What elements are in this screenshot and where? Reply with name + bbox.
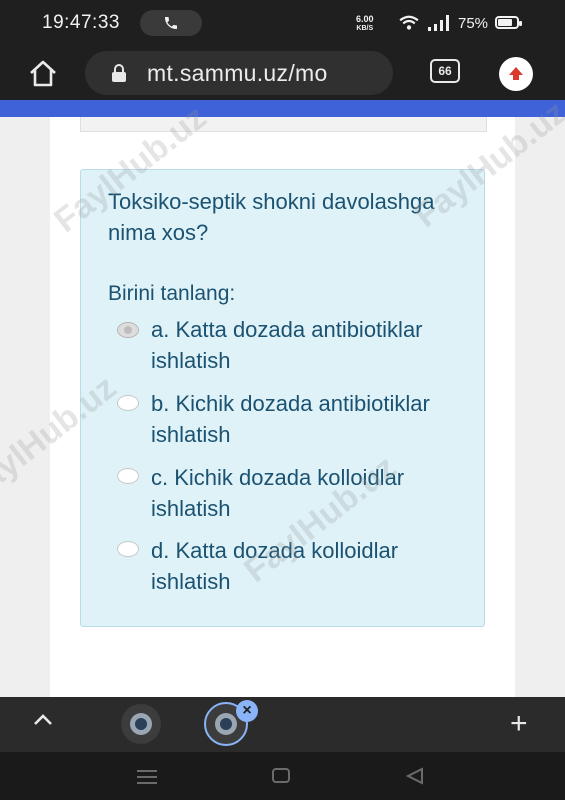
previous-section-box xyxy=(80,117,487,132)
radio-option-d[interactable] xyxy=(117,541,139,557)
radio-option-b[interactable] xyxy=(117,395,139,411)
tabs-icon[interactable]: 66 xyxy=(430,59,460,83)
clock: 19:47:33 xyxy=(42,12,120,33)
signal-icon xyxy=(428,15,449,31)
radio-option-a[interactable] xyxy=(117,322,139,338)
network-speed-value: 6.00 xyxy=(356,14,374,24)
question-panel: Toksiko-septik shokni davolashga nima xo… xyxy=(80,169,485,627)
back-icon[interactable] xyxy=(405,767,425,785)
system-nav-bar xyxy=(0,752,565,800)
url-text[interactable]: mt.sammu.uz/mo xyxy=(147,60,328,87)
chevron-up-icon[interactable] xyxy=(32,713,54,727)
nav-home-icon[interactable] xyxy=(272,768,290,783)
tab-strip: × + xyxy=(0,697,565,752)
answer-option-c[interactable]: c. Kichik dozada kolloidlar ishlatish xyxy=(151,462,471,524)
phone-icon xyxy=(165,17,177,29)
ongoing-call-indicator[interactable] xyxy=(140,10,202,36)
network-speed: 6.00 KB/S xyxy=(356,15,374,33)
answer-option-d[interactable]: d. Katta dozada kolloidlar ishlatish xyxy=(151,535,471,597)
menu-icon[interactable] xyxy=(137,770,157,784)
lock-icon xyxy=(112,64,126,82)
close-icon[interactable]: × xyxy=(236,700,258,722)
battery-icon xyxy=(495,16,522,29)
answer-option-b[interactable]: b. Kichik dozada antibiotiklar ishlatish xyxy=(151,388,471,450)
wifi-icon xyxy=(399,15,419,30)
answer-option-a[interactable]: a. Katta dozada antibiotiklar ishlatish xyxy=(151,314,471,376)
question-text: Toksiko-septik shokni davolashga nima xo… xyxy=(108,189,435,245)
upload-icon xyxy=(509,67,523,80)
status-bar: 19:47:33 6.00 KB/S 75% xyxy=(0,0,565,48)
upload-button[interactable] xyxy=(499,57,533,91)
address-bar[interactable]: mt.sammu.uz/mo xyxy=(85,51,393,95)
answer-prompt: Birini tanlang: xyxy=(108,282,236,305)
site-header-bar xyxy=(0,100,565,117)
home-icon[interactable] xyxy=(26,57,60,91)
network-speed-unit: KB/S xyxy=(356,25,374,32)
battery-percent: 75% xyxy=(458,15,489,32)
plus-icon[interactable]: + xyxy=(510,709,528,739)
radio-option-c[interactable] xyxy=(117,468,139,484)
tab-thumbnail[interactable] xyxy=(121,704,161,744)
browser-toolbar: mt.sammu.uz/mo 66 xyxy=(0,48,565,100)
